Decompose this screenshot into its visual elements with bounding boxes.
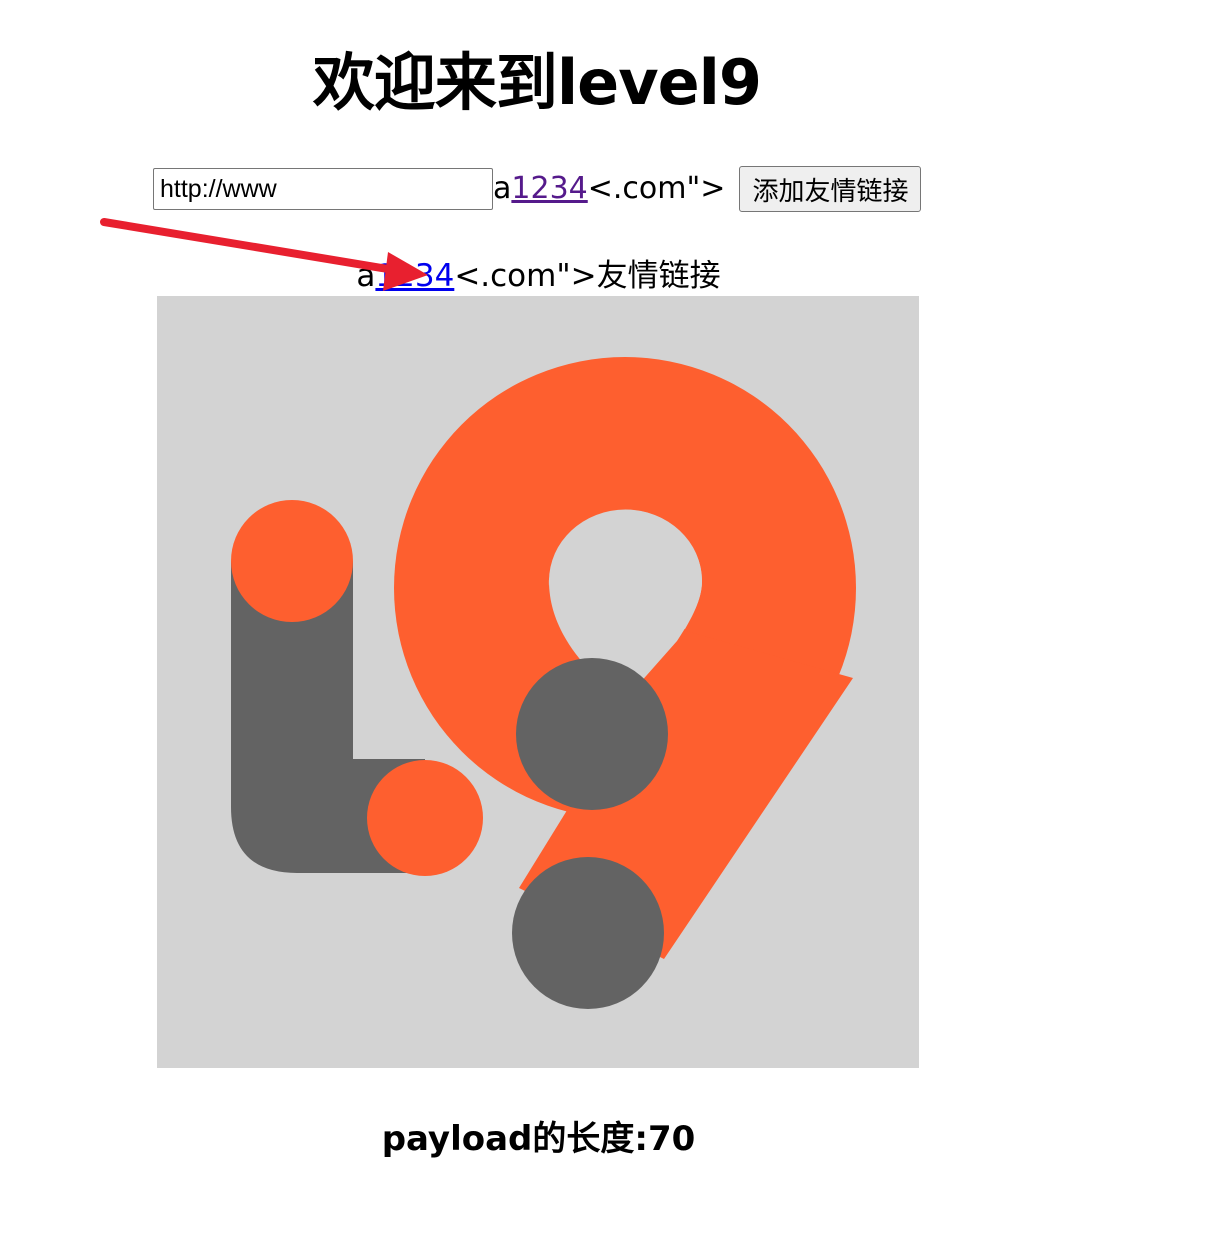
level9-logo-icon	[157, 296, 919, 1068]
friend-link-prefix: a	[356, 258, 376, 294]
friend-link-line: a1234<.com">友情链接	[0, 254, 1077, 298]
logo-gray-dot-upper	[516, 658, 668, 810]
friend-link-suffix: <.com">友情链接	[454, 258, 721, 294]
friend-link-form: a1234<.com"> 添加友情链接	[153, 166, 922, 212]
reflected-link[interactable]: 1234	[511, 166, 587, 212]
logo-l-foot-dot	[367, 760, 483, 876]
logo-gray-dot-lower	[512, 857, 664, 1009]
payload-length: payload的长度:70	[381, 1119, 696, 1159]
add-friend-link-button[interactable]: 添加友情链接	[739, 166, 922, 212]
reflected-prefix: a	[493, 171, 512, 206]
friend-link[interactable]: 1234	[375, 258, 454, 294]
reflected-suffix: <.com">	[587, 171, 726, 206]
logo-l-top-dot	[231, 500, 353, 622]
page-title: 欢迎来到level9	[312, 46, 762, 119]
page: 欢迎来到level9 a1234<.com"> 添加友情链接 a1234<.co…	[0, 0, 1227, 1255]
url-input[interactable]	[153, 168, 493, 210]
